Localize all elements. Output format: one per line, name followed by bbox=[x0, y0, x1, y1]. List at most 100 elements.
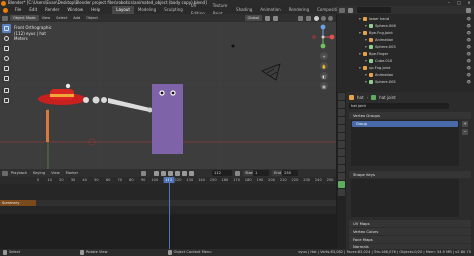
outliner-item[interactable]: ▾ Animation 👁 bbox=[337, 37, 474, 43]
physics-tab-icon[interactable] bbox=[338, 165, 345, 172]
object-tab-icon[interactable] bbox=[338, 141, 345, 148]
jump-start-icon[interactable] bbox=[154, 170, 160, 176]
jump-end-icon[interactable] bbox=[189, 170, 195, 176]
filter-icon[interactable] bbox=[466, 7, 471, 13]
vertex-group-item[interactable]: Group bbox=[352, 121, 458, 127]
display-mode-icon[interactable] bbox=[348, 7, 353, 13]
shape-keys-panel-header[interactable]: Shape Keys bbox=[349, 171, 471, 178]
output-tab-icon[interactable] bbox=[338, 109, 345, 116]
timeline-menu-keying[interactable]: Keying bbox=[30, 170, 48, 176]
playhead-line[interactable] bbox=[168, 177, 170, 249]
visibility-eye-icon[interactable]: 👁 bbox=[466, 44, 471, 50]
modifier-tab-icon[interactable] bbox=[338, 149, 345, 156]
play-icon[interactable] bbox=[175, 170, 181, 176]
zoom-icon[interactable]: + bbox=[320, 52, 328, 60]
workspace-tab-shading[interactable]: Shading bbox=[232, 6, 256, 14]
outliner-item[interactable]: ▾ Cube.010 👁 bbox=[337, 58, 474, 64]
scene-tab-icon[interactable] bbox=[338, 125, 345, 132]
view-layer-tab-icon[interactable] bbox=[338, 117, 345, 124]
particles-tab-icon[interactable] bbox=[338, 157, 345, 164]
visibility-eye-icon[interactable]: 👁 bbox=[466, 16, 471, 22]
vertex-groups-panel-header[interactable]: Vertex Groups bbox=[349, 112, 471, 119]
visibility-eye-icon[interactable]: 👁 bbox=[466, 23, 471, 29]
visibility-eye-icon[interactable]: 👁 bbox=[466, 30, 471, 36]
outliner-item[interactable]: ▾ Sphere.005 👁 bbox=[337, 79, 474, 85]
workspace-tab-rendering[interactable]: Rendering bbox=[285, 6, 313, 14]
timeline-editor[interactable]: Playback Keying View Marker 112 Start 1 End… bbox=[0, 169, 336, 249]
select-box-tool[interactable] bbox=[2, 24, 11, 33]
annotate-tool[interactable] bbox=[2, 86, 11, 95]
workspace-tab-sculpting[interactable]: Sculpting bbox=[160, 6, 187, 14]
menu-help[interactable]: Help bbox=[87, 6, 104, 14]
timeline-menu-marker[interactable]: Marker bbox=[63, 170, 81, 176]
timeline-menu-view[interactable]: View bbox=[48, 170, 63, 176]
3d-viewport[interactable]: Object Mode View Select Add Object Global F… bbox=[0, 14, 336, 169]
timeline-menu-playback[interactable]: Playback bbox=[8, 170, 30, 176]
outliner-item[interactable]: ▾ up.Fng.joint 👁 bbox=[337, 65, 474, 71]
visibility-eye-icon[interactable]: 👁 bbox=[466, 58, 471, 64]
editor-type-icon[interactable] bbox=[339, 7, 345, 13]
tool-tab-icon[interactable] bbox=[338, 93, 345, 100]
play-reverse-icon[interactable] bbox=[168, 170, 174, 176]
workspace-tab-layout[interactable]: Layout bbox=[112, 6, 134, 14]
outliner-item[interactable]: ▾ Bpe.Finger 👁 bbox=[337, 51, 474, 57]
render-tab-icon[interactable] bbox=[338, 101, 345, 108]
camera-view-icon[interactable]: ◧ bbox=[320, 72, 328, 80]
preview-range-icon[interactable] bbox=[235, 170, 241, 176]
grid-ortho-icon[interactable]: ▦ bbox=[320, 82, 328, 90]
visibility-eye-icon[interactable]: 👁 bbox=[466, 37, 471, 43]
visibility-eye-icon[interactable]: 👁 bbox=[466, 65, 471, 71]
summary-channel[interactable]: Summary bbox=[0, 200, 36, 206]
visibility-eye-icon[interactable]: 👁 bbox=[466, 72, 471, 78]
menu-file[interactable]: File bbox=[11, 6, 26, 14]
mode-selector[interactable]: Object Mode bbox=[10, 15, 39, 21]
editor-type-icon[interactable] bbox=[2, 15, 8, 21]
face-maps-panel-header[interactable]: Face Maps bbox=[349, 236, 471, 243]
material-shading-icon[interactable] bbox=[321, 15, 326, 21]
constraints-tab-icon[interactable] bbox=[338, 173, 345, 180]
cursor-tool[interactable] bbox=[2, 34, 11, 43]
outliner-search-input[interactable] bbox=[357, 7, 391, 13]
outliner-item[interactable]: ▾ Sphere.003 👁 bbox=[337, 44, 474, 50]
vertex-colors-panel-header[interactable]: Vertex Colors bbox=[349, 228, 471, 235]
rotate-tool[interactable] bbox=[2, 54, 11, 63]
end-frame-field[interactable]: 250 bbox=[282, 170, 299, 176]
record-icon[interactable] bbox=[141, 170, 147, 176]
scale-tool[interactable] bbox=[2, 64, 11, 73]
solid-shading-icon[interactable] bbox=[314, 15, 319, 21]
xray-icon[interactable] bbox=[306, 15, 311, 21]
measure-tool[interactable] bbox=[2, 96, 11, 105]
shape-key-list[interactable] bbox=[351, 179, 459, 217]
navigation-gizmo[interactable] bbox=[310, 24, 336, 50]
outliner-item[interactable]: ▾ Sphera.006 👁 bbox=[337, 23, 474, 29]
workspace-tab-modeling[interactable]: Modeling bbox=[134, 6, 160, 14]
remove-vertex-group-button[interactable]: − bbox=[462, 129, 468, 135]
properties-editor[interactable]: hat › hat joint hat joint Vertex Groups … bbox=[337, 92, 474, 249]
blender-menu-icon[interactable] bbox=[3, 7, 8, 13]
snap-icon[interactable] bbox=[265, 15, 270, 21]
menu-render[interactable]: Render bbox=[41, 6, 63, 14]
viewport-menu-select[interactable]: Select bbox=[53, 15, 70, 21]
mesh-data-tab-icon[interactable] bbox=[338, 181, 345, 188]
rendered-shading-icon[interactable] bbox=[328, 15, 333, 21]
prev-keyframe-icon[interactable] bbox=[161, 170, 167, 176]
outliner-item[interactable]: ▾ Animation 👁 bbox=[337, 72, 474, 78]
material-tab-icon[interactable] bbox=[338, 189, 345, 196]
next-keyframe-icon[interactable] bbox=[182, 170, 188, 176]
mesh-name-field[interactable]: hat joint bbox=[349, 103, 449, 109]
menu-edit[interactable]: Edit bbox=[25, 6, 41, 14]
transform-tool[interactable] bbox=[2, 74, 11, 83]
workspace-tab-animation[interactable]: Animation bbox=[256, 6, 284, 14]
outliner-item[interactable]: ▾ lower hand 👁 bbox=[337, 16, 474, 22]
outliner[interactable]: ▾ lower hand 👁 ▾ Sphera.006 👁 ▾ Bpe.Fng.Joint 👁 ▾… bbox=[337, 6, 474, 92]
viewport-menu-add[interactable]: Add bbox=[70, 15, 83, 21]
menu-window[interactable]: Window bbox=[63, 6, 87, 14]
viewport-menu-object[interactable]: Object bbox=[83, 15, 101, 21]
pan-hand-icon[interactable]: ✋ bbox=[320, 62, 328, 70]
current-frame-field[interactable]: 112 bbox=[212, 170, 233, 176]
add-vertex-group-button[interactable]: + bbox=[462, 121, 468, 127]
viewport-menu-view[interactable]: View bbox=[39, 15, 54, 21]
visibility-eye-icon[interactable]: 👁 bbox=[466, 51, 471, 57]
move-tool[interactable] bbox=[2, 44, 11, 53]
overlays-icon[interactable] bbox=[298, 15, 303, 21]
